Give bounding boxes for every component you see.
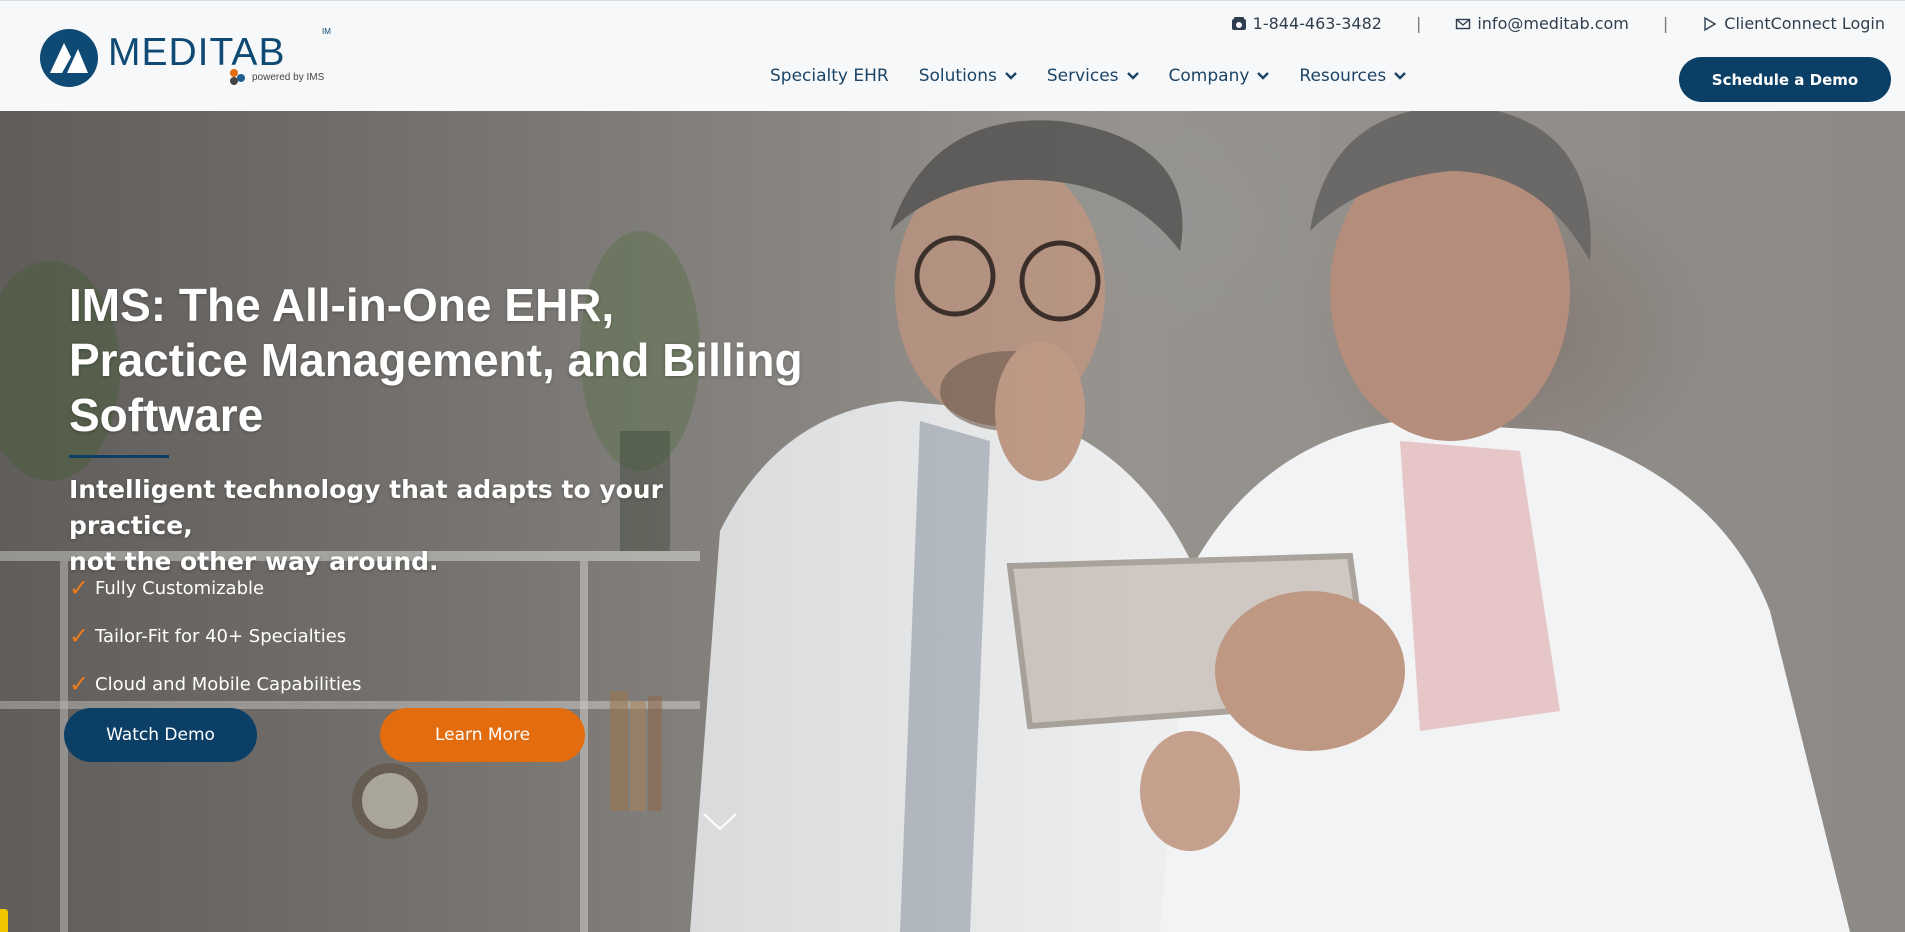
- mail-icon: [1456, 18, 1471, 29]
- divider: |: [1415, 14, 1422, 33]
- hero-title-line: Software: [69, 389, 264, 441]
- play-icon: [1704, 16, 1717, 31]
- feature-item: ✓ Tailor-Fit for 40+ Specialties: [69, 612, 361, 660]
- nav-services[interactable]: Services: [1047, 66, 1139, 86]
- nav-resources[interactable]: Resources: [1299, 66, 1407, 86]
- main-nav: Specialty EHR Solutions Services Company…: [770, 66, 1436, 86]
- hero-title-line: IMS: The All-in-One EHR,: [69, 279, 615, 331]
- feature-item: ✓ Cloud and Mobile Capabilities: [69, 660, 361, 708]
- logo-mark-icon: [40, 29, 98, 87]
- chevron-down-icon[interactable]: [702, 811, 738, 833]
- powered-by-text: powered by IMS: [252, 71, 325, 83]
- chevron-down-icon: [1004, 72, 1017, 80]
- phone-icon: [1231, 16, 1246, 30]
- email-link[interactable]: info@meditab.com: [1455, 14, 1629, 33]
- ims-dots-icon: [230, 69, 248, 85]
- nav-company[interactable]: Company: [1169, 66, 1270, 86]
- chevron-down-icon: [1394, 72, 1407, 80]
- learn-more-button[interactable]: Learn More: [380, 708, 585, 762]
- client-login-link[interactable]: ClientConnect Login: [1702, 14, 1885, 33]
- schedule-demo-button[interactable]: Schedule a Demo: [1679, 57, 1891, 102]
- hero-title-line: Practice Management, and Billing: [69, 334, 803, 386]
- nav-label: Solutions: [918, 66, 997, 86]
- divider: |: [1662, 14, 1669, 33]
- hero-subtitle-line: Intelligent technology that adapts to yo…: [69, 475, 663, 540]
- client-login-label: ClientConnect Login: [1724, 14, 1885, 33]
- corner-badge: [0, 909, 8, 932]
- nav-label: Resources: [1299, 66, 1387, 86]
- meditab-logo[interactable]: MEDITAB IM powered by IMS: [40, 27, 340, 89]
- powered-by: powered by IMS: [230, 69, 324, 85]
- nav-label: Specialty EHR: [770, 66, 889, 86]
- nav-label: Company: [1168, 66, 1250, 86]
- check-icon: ✓: [69, 574, 90, 602]
- nav-label: Services: [1046, 66, 1119, 86]
- hero-title: IMS: The All-in-One EHR, Practice Manage…: [69, 278, 869, 443]
- logo-tm: IM: [322, 27, 331, 36]
- feature-label: Tailor-Fit for 40+ Specialties: [95, 625, 347, 647]
- feature-label: Fully Customizable: [95, 577, 265, 599]
- phone-link[interactable]: 1-844-463-3482: [1231, 14, 1382, 33]
- watch-demo-button[interactable]: Watch Demo: [64, 708, 257, 762]
- title-divider: [69, 455, 169, 458]
- chevron-down-icon: [1257, 72, 1270, 80]
- nav-solutions[interactable]: Solutions: [919, 66, 1017, 86]
- feature-item: ✓ Fully Customizable: [69, 564, 361, 612]
- chevron-down-icon: [1126, 72, 1139, 80]
- check-icon: ✓: [69, 670, 90, 698]
- nav-specialty-ehr[interactable]: Specialty EHR: [770, 66, 889, 86]
- contact-bar: 1-844-463-3482 | info@meditab.com | Clie…: [1231, 14, 1885, 33]
- email-address: info@meditab.com: [1477, 14, 1629, 33]
- feature-label: Cloud and Mobile Capabilities: [95, 673, 362, 695]
- site-header: MEDITAB IM powered by IMS 1-844-463-3482…: [0, 0, 1905, 111]
- check-icon: ✓: [69, 622, 90, 650]
- feature-list: ✓ Fully Customizable ✓ Tailor-Fit for 40…: [69, 564, 361, 708]
- hero-section: IMS: The All-in-One EHR, Practice Manage…: [0, 111, 1905, 932]
- phone-number: 1-844-463-3482: [1252, 14, 1382, 33]
